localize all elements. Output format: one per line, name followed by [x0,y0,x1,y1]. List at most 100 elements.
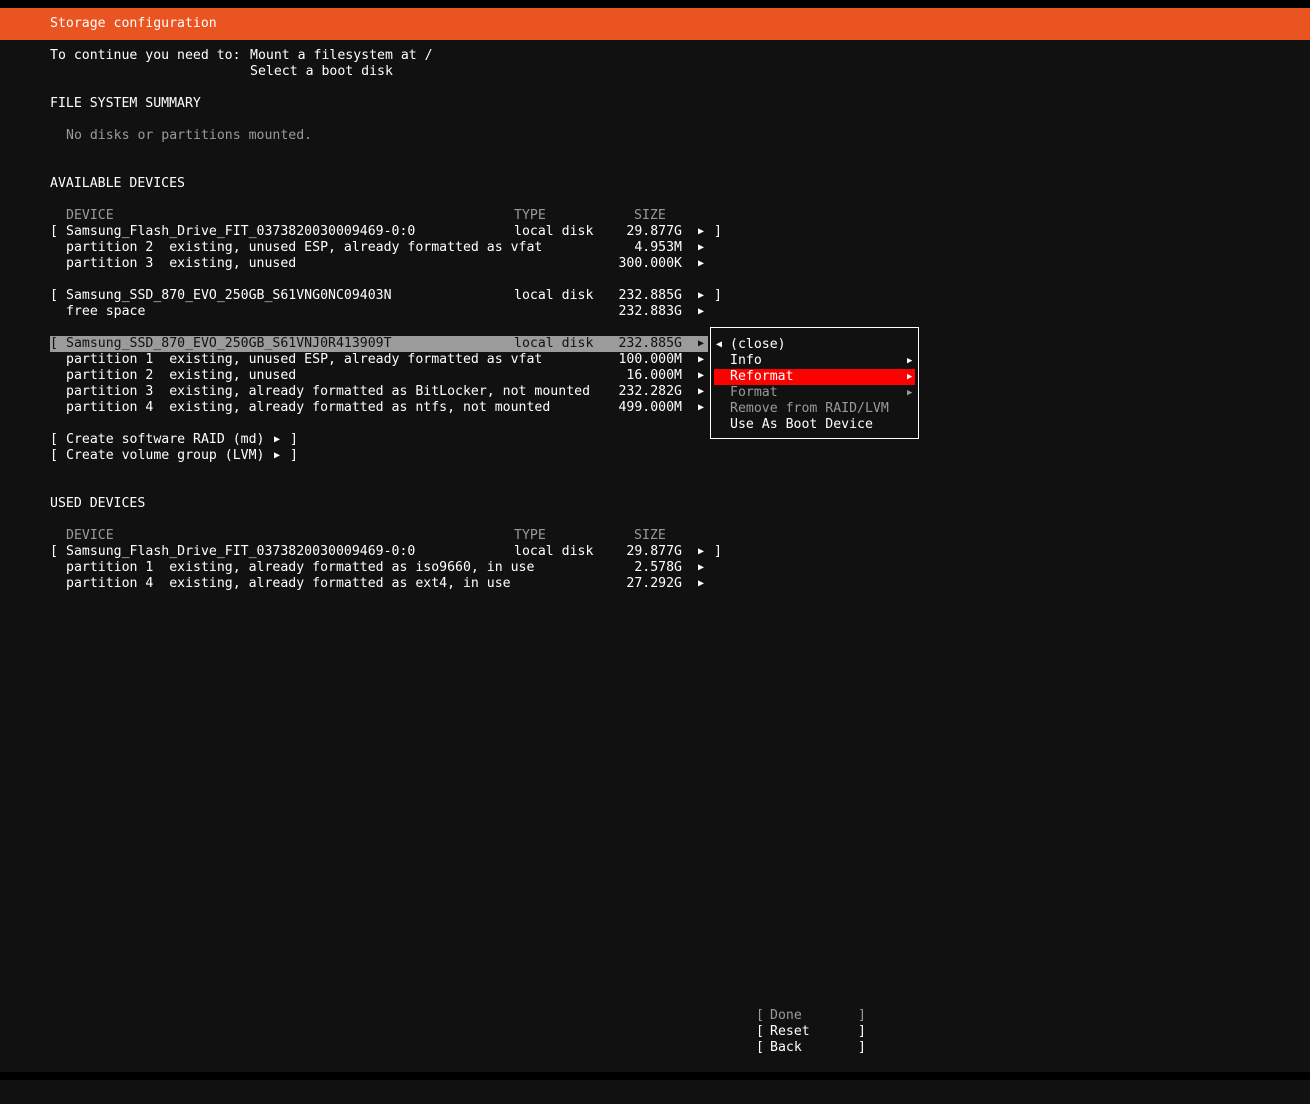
page-title: Storage configuration [50,16,217,31]
create-volume-group-button[interactable]: [ Create volume group (LVM) ▶ ] [50,448,310,464]
bracket-open: [ [50,432,58,447]
partition-row[interactable]: partition 2 existing, unused ESP, alread… [66,240,716,256]
partition-size: 232.282G [618,384,682,399]
expand-arrow-icon: ▶ [698,338,705,349]
available-disk-flash-drive[interactable]: [ Samsung_Flash_Drive_FIT_03738200300094… [50,224,730,240]
bracket-close: ] [714,288,722,303]
create-raid-label: Create software RAID (md) [66,432,265,447]
back-label: Back [770,1040,802,1055]
fs-summary-empty: No disks or partitions mounted. [66,128,313,143]
partition-size: 232.883G [618,304,682,319]
used-disk-flash-drive[interactable]: [ Samsung_Flash_Drive_FIT_03738200300094… [50,544,730,560]
used-devices-heading: USED DEVICES [50,496,146,511]
requirement-boot-disk: Select a boot disk [250,64,393,79]
submenu-arrow-icon: ▶ [907,356,913,366]
menu-close-item[interactable]: ◀ (close) [714,337,915,353]
device-type: local disk [514,288,594,303]
menu-item-label: Info [730,353,762,368]
bracket-close: ] [858,1024,866,1039]
partition-description: partition 1 existing, unused ESP, alread… [66,352,543,367]
expand-arrow-icon: ▶ [698,562,705,573]
expand-arrow-icon: ▶ [698,226,705,237]
partition-row[interactable]: partition 4 existing, already formatted … [66,400,716,416]
partition-size: 100.000M [618,352,682,367]
menu-item-label: Use As Boot Device [730,417,873,432]
partition-description: partition 1 existing, already formatted … [66,560,535,575]
partition-row[interactable]: partition 2 existing, unused 16.000M ▶ [66,368,716,384]
used-col-type: TYPE [514,528,546,543]
device-action-menu: ◀ (close) Info ▶ Reformat ▶ Format ▶ Rem… [710,327,919,439]
expand-arrow-icon: ▶ [698,290,705,301]
partition-description: partition 2 existing, unused [66,368,297,383]
bracket-open: [ [756,1008,764,1023]
expand-arrow-icon: ▶ [698,242,705,253]
partition-row[interactable]: partition 1 existing, unused ESP, alread… [66,352,716,368]
partition-row[interactable]: partition 4 existing, already formatted … [66,576,716,592]
bracket-open: [ [50,288,58,303]
partition-size: 300.000K [618,256,682,271]
expand-arrow-icon: ▶ [274,450,281,461]
bracket-open: [ [756,1040,764,1055]
bracket-open: [ [50,544,58,559]
create-lvm-label: Create volume group (LVM) [66,448,265,463]
expand-arrow-icon: ▶ [698,258,705,269]
fs-summary-heading: FILE SYSTEM SUMMARY [50,96,201,111]
available-devices-heading: AVAILABLE DEVICES [50,176,185,191]
partition-description: free space [66,304,146,319]
device-size: 29.877G [626,224,682,239]
menu-reformat-item[interactable]: Reformat ▶ [714,369,915,385]
menu-item-label: (close) [730,337,786,352]
available-disk-ssd-r413909t[interactable]: [ Samsung_SSD_870_EVO_250GB_S61VNJ0R4139… [50,336,708,352]
screen-bottom-border [0,1072,1310,1080]
bracket-open: [ [50,448,58,463]
back-button[interactable]: [ Back ] [756,1040,866,1056]
title-bar: Storage configuration [0,8,1310,40]
partition-size: 2.578G [634,560,682,575]
available-disk-ssd-nc09403n[interactable]: [ Samsung_SSD_870_EVO_250GB_S61VNG0NC094… [50,288,730,304]
close-arrow-icon: ◀ [716,339,723,350]
menu-item-label: Format [730,385,778,400]
menu-item-label: Reformat [730,369,794,384]
expand-arrow-icon: ▶ [698,354,705,365]
bracket-close: ] [858,1008,866,1023]
expand-arrow-icon: ▶ [698,402,705,413]
partition-row[interactable]: partition 3 existing, unused 300.000K ▶ [66,256,716,272]
bracket-open: [ [50,336,58,351]
done-button[interactable]: [ Done ] [756,1008,866,1024]
menu-remove-raid-item[interactable]: Remove from RAID/LVM [714,401,915,417]
bracket-close: ] [858,1040,866,1055]
menu-boot-device-item[interactable]: Use As Boot Device [714,417,915,433]
bracket-close: ] [290,432,298,447]
expand-arrow-icon: ▶ [698,306,705,317]
menu-format-item[interactable]: Format ▶ [714,385,915,401]
partition-size: 16.000M [626,368,682,383]
device-name: Samsung_SSD_870_EVO_250GB_S61VNG0NC09403… [66,288,392,303]
device-size: 232.885G [618,336,682,351]
requirement-mount-root: Mount a filesystem at / [250,48,433,63]
partition-description: partition 3 existing, already formatted … [66,384,591,399]
device-type: local disk [514,336,594,351]
reset-button[interactable]: [ Reset ] [756,1024,866,1040]
device-type: local disk [514,544,594,559]
screen-top-border [0,0,1310,8]
done-label: Done [770,1008,802,1023]
bracket-open: [ [756,1024,764,1039]
device-size: 232.885G [618,288,682,303]
free-space-row[interactable]: free space 232.883G ▶ [66,304,716,320]
bracket-close: ] [714,224,722,239]
partition-description: partition 4 existing, already formatted … [66,576,511,591]
requirements-prefix: To continue you need to: [50,48,241,63]
used-col-size: SIZE [634,528,666,543]
menu-info-item[interactable]: Info ▶ [714,353,915,369]
partition-row[interactable]: partition 3 existing, already formatted … [66,384,716,400]
bracket-close: ] [290,448,298,463]
device-type: local disk [514,224,594,239]
device-name: Samsung_Flash_Drive_FIT_0373820030009469… [66,544,416,559]
reset-label: Reset [770,1024,810,1039]
partition-description: partition 4 existing, already formatted … [66,400,551,415]
expand-arrow-icon: ▶ [698,578,705,589]
create-software-raid-button[interactable]: [ Create software RAID (md) ▶ ] [50,432,310,448]
partition-row[interactable]: partition 1 existing, already formatted … [66,560,716,576]
available-col-device: DEVICE [66,208,114,223]
expand-arrow-icon: ▶ [698,546,705,557]
